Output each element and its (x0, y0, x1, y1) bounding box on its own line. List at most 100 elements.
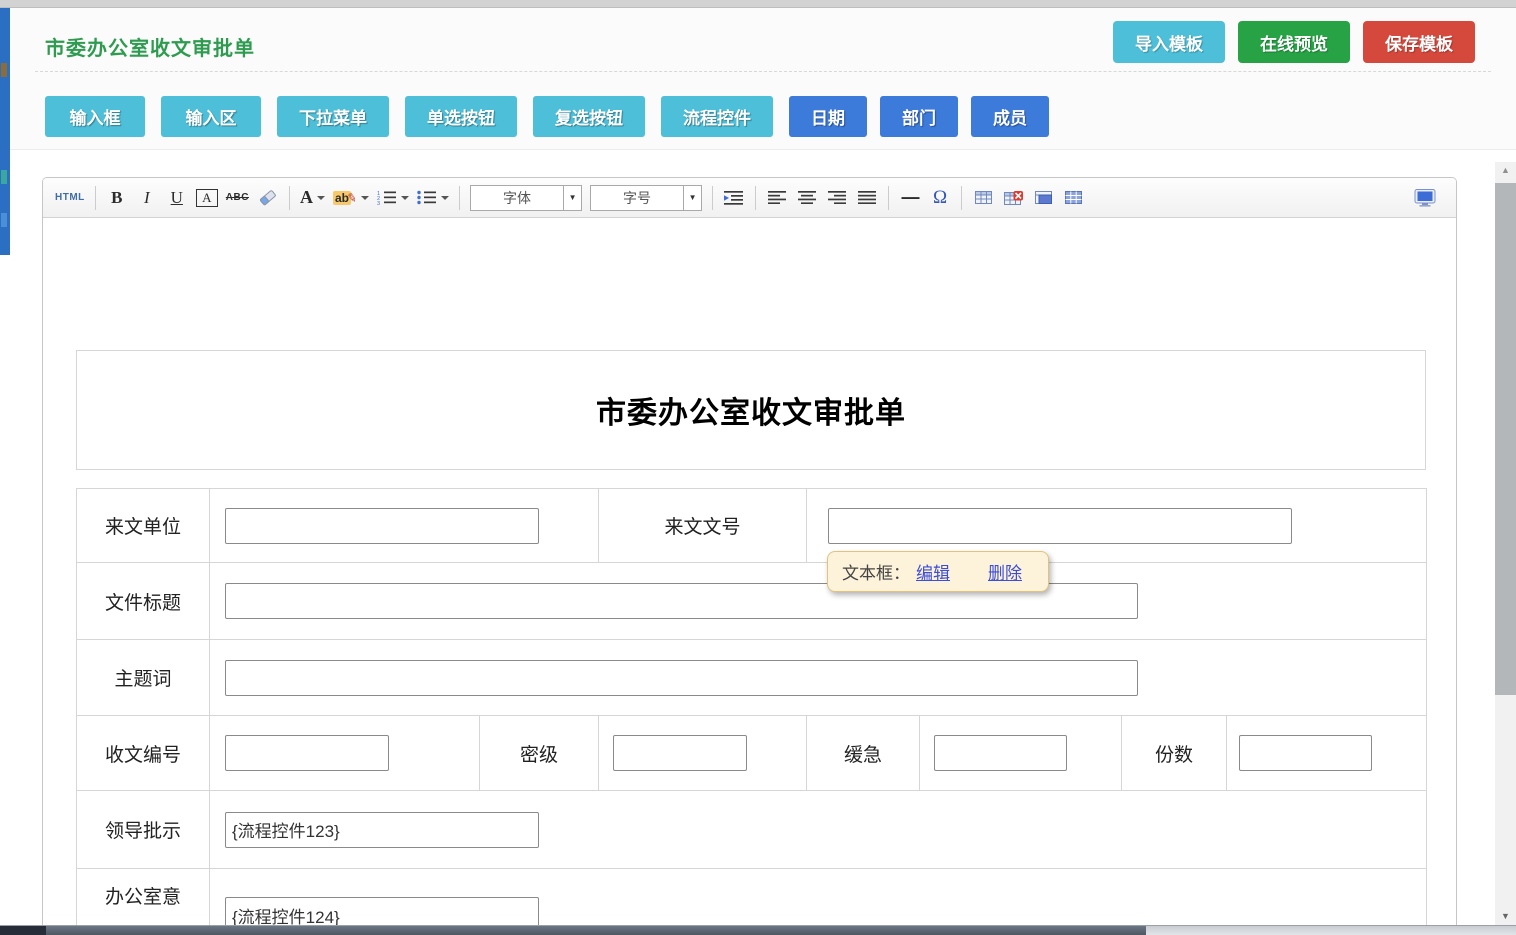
widget-input-box-button[interactable]: 输入框 (45, 96, 145, 137)
align-center-icon[interactable] (796, 185, 818, 211)
table-row: 主题词 (77, 640, 1427, 716)
form-field-cell (920, 716, 1122, 791)
urgency-input[interactable] (934, 735, 1067, 771)
pencil-icon: ✎ (346, 190, 358, 206)
ordered-list-icon[interactable]: 123 (377, 185, 409, 211)
table-row: 办公室意见 (77, 869, 1427, 926)
font-family-select[interactable]: 字体▼ (470, 185, 582, 211)
scroll-up-arrow-icon[interactable]: ▲ (1495, 165, 1516, 175)
dropdown-arrow-icon[interactable] (441, 196, 449, 200)
font-size-select[interactable]: 字号▼ (590, 185, 702, 211)
form-field-label: 来文文号 (599, 489, 807, 563)
receipt-number-input[interactable] (225, 735, 389, 771)
widget-tooltip: 文本框： 编辑 删除 (827, 551, 1049, 592)
rich-text-editor: HTML B I U A ABC A ab✎ 123 字体▼ 字号▼ (42, 177, 1457, 925)
form-field-cell (210, 563, 1427, 640)
widget-department-button[interactable]: 部门 (880, 96, 958, 137)
page-title: 市委办公室收文审批单 (45, 32, 255, 61)
background-artifact (1, 213, 7, 227)
indent-icon[interactable] (723, 185, 745, 211)
tooltip-label: 文本框： (842, 559, 910, 584)
widget-toolbar: 输入框 输入区 下拉菜单 单选按钮 复选按钮 流程控件 日期 部门 成员 (45, 96, 1062, 137)
widget-member-button[interactable]: 成员 (971, 96, 1049, 137)
delete-table-icon[interactable] (1002, 185, 1024, 211)
dropdown-arrow-icon[interactable] (317, 196, 325, 200)
form-field-cell (1227, 716, 1427, 791)
incoming-doc-number-input[interactable] (828, 508, 1292, 544)
dropdown-arrow-icon[interactable] (361, 196, 369, 200)
insert-table-icon[interactable] (972, 185, 994, 211)
svg-text:3: 3 (377, 201, 380, 205)
form-field-cell (210, 640, 1427, 716)
form-field-label: 密级 (480, 716, 599, 791)
table-row: 来文单位 来文文号 (77, 489, 1427, 563)
form-field-label: 缓急 (807, 716, 920, 791)
strikethrough-icon[interactable]: ABC (226, 185, 249, 211)
template-editor-page: 市委办公室收文审批单 导入模板 在线预览 保存模板 输入框 输入区 下拉菜单 单… (0, 0, 1516, 935)
select-arrow-icon[interactable]: ▼ (683, 186, 701, 210)
unordered-list-icon[interactable] (417, 185, 449, 211)
align-justify-icon[interactable] (856, 185, 878, 211)
form-field-label: 领导批示 (77, 791, 210, 869)
widget-textarea-button[interactable]: 输入区 (161, 96, 261, 137)
form-field-cell (210, 791, 1427, 869)
widget-flow-control-button[interactable]: 流程控件 (661, 96, 773, 137)
import-template-button[interactable]: 导入模板 (1113, 21, 1225, 63)
table-properties-icon[interactable] (1062, 185, 1084, 211)
underline-icon[interactable]: U (166, 185, 188, 211)
online-preview-button[interactable]: 在线预览 (1238, 21, 1350, 63)
incoming-unit-input[interactable] (225, 508, 539, 544)
align-right-icon[interactable] (826, 185, 848, 211)
form-field-label: 办公室意见 (77, 869, 210, 926)
cell-properties-icon[interactable] (1032, 185, 1054, 211)
widget-radio-button[interactable]: 单选按钮 (405, 96, 517, 137)
table-row: 领导批示 (77, 791, 1427, 869)
toolbar-separator (888, 186, 889, 210)
bold-icon[interactable]: B (106, 185, 128, 211)
header-actions: 导入模板 在线预览 保存模板 (1113, 21, 1475, 63)
tooltip-edit-link[interactable]: 编辑 (916, 559, 950, 584)
scroll-down-arrow-icon[interactable]: ▼ (1495, 911, 1516, 921)
horizontal-scrollbar-thumb[interactable] (46, 926, 1146, 935)
highlight-color-icon[interactable]: ab✎ (333, 185, 369, 211)
toolbar-separator (459, 186, 460, 210)
toolbar-separator (755, 186, 756, 210)
dropdown-arrow-icon[interactable] (401, 196, 409, 200)
font-style-icon[interactable]: A (196, 189, 218, 207)
source-code-icon[interactable]: HTML (55, 185, 85, 211)
background-artifact (1, 170, 7, 184)
header-divider (35, 71, 1491, 72)
subject-keywords-input[interactable] (225, 660, 1138, 696)
editor-content-area[interactable]: 市委办公室收文审批单 来文单位 来文文号 文件标题 主 (43, 218, 1456, 925)
table-row: 文件标题 (77, 563, 1427, 640)
align-left-icon[interactable] (766, 185, 788, 211)
remove-format-eraser-icon[interactable] (257, 185, 279, 211)
horizontal-rule-icon[interactable]: — (899, 185, 921, 211)
widget-checkbox-button[interactable]: 复选按钮 (533, 96, 645, 137)
form-table: 来文单位 来文文号 文件标题 主题词 收文编号 密级 (76, 488, 1427, 925)
special-character-icon[interactable]: Ω (929, 185, 951, 211)
form-field-cell (210, 489, 599, 563)
office-opinion-input[interactable] (225, 897, 539, 925)
fullscreen-icon[interactable] (1414, 185, 1436, 211)
horizontal-scrollbar[interactable] (0, 925, 1516, 935)
copies-count-input[interactable] (1239, 735, 1372, 771)
font-color-icon[interactable]: A (300, 185, 325, 211)
tooltip-delete-link[interactable]: 删除 (988, 559, 1022, 584)
scrollbar-thumb[interactable] (1495, 183, 1516, 695)
table-row: 收文编号 密级 缓急 份数 (77, 716, 1427, 791)
toolbar-separator (712, 186, 713, 210)
widget-date-button[interactable]: 日期 (789, 96, 867, 137)
form-field-cell (210, 716, 480, 791)
leader-instructions-input[interactable] (225, 812, 539, 848)
form-field-label: 来文单位 (77, 489, 210, 563)
vertical-scrollbar[interactable]: ▲ ▼ (1495, 162, 1516, 925)
save-template-button[interactable]: 保存模板 (1363, 21, 1475, 63)
widget-dropdown-button[interactable]: 下拉菜单 (277, 96, 389, 137)
toolbar-separator (961, 186, 962, 210)
italic-icon[interactable]: I (136, 185, 158, 211)
security-level-input[interactable] (613, 735, 747, 771)
toolbar-separator (95, 186, 96, 210)
select-arrow-icon[interactable]: ▼ (563, 186, 581, 210)
form-title: 市委办公室收文审批单 (596, 388, 906, 432)
